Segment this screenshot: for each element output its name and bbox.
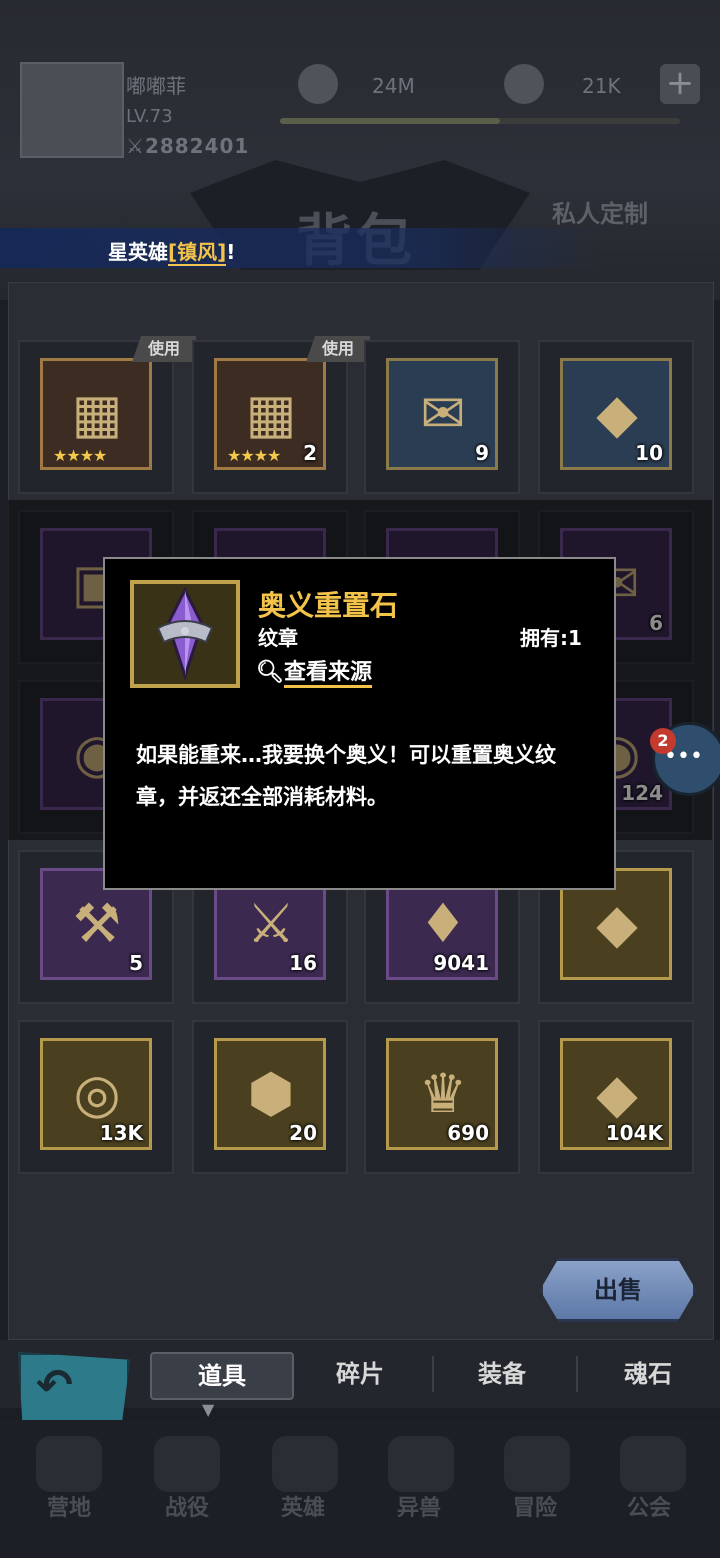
exp-fill [280,118,500,124]
crystal-shard-icon: ◆ [596,382,638,445]
beast-icon [388,1436,454,1492]
hero-chest-icon: ▦ [245,382,297,445]
inventory-slot[interactable]: ◎ 13K [40,1038,152,1150]
inventory-slot[interactable]: ◆ 10 [560,358,672,470]
star-rating: ★★★★ [227,446,281,465]
player-name: 嘟嘟菲 [126,74,186,98]
view-source-link[interactable]: 🔍︎查看来源 [256,654,372,688]
item-name: 奥义重置石 [258,589,399,622]
search-icon: 🔍︎ [256,660,284,685]
inventory-slot[interactable]: ♛ 690 [386,1038,498,1150]
item-count: 10 [635,441,663,465]
item-count: 2 [303,441,317,465]
star-rating: ★★★★ [53,446,107,465]
item-description: 如果能重来…我要换个奥义！可以重置奥义纹章，并返还全部消耗材料。 [136,743,556,809]
ticker-prefix: 星英雄 [108,240,168,264]
player-level: LV.73 [126,106,173,127]
guild-icon [620,1436,686,1492]
item-type: 纹章 [258,626,298,650]
player-power: ⚔2882401 [126,134,250,158]
adventure-icon [504,1436,570,1492]
announcement-ticker [0,228,600,268]
back-arrow-icon: ↶ [36,1360,73,1411]
gold-icon [298,64,338,104]
item-count: 20 [289,1121,317,1145]
nav-camp[interactable]: 营地 [14,1490,124,1522]
avatar[interactable] [20,62,124,158]
diamond-icon [504,64,544,104]
hero-chest-icon: ▦ [71,382,123,445]
private-custom-button[interactable]: 私人定制 [552,194,648,229]
purple-crystal-icon [156,586,214,681]
ticker-highlight: [镇风] [168,240,227,266]
hero-icon [272,1436,338,1492]
camp-icon [36,1436,102,1492]
use-button[interactable]: 使用 [306,336,370,362]
nav-guild[interactable]: 公会 [594,1490,704,1522]
chat-unread-badge: 2 [650,728,676,754]
inventory-slot[interactable]: ⬢ 20 [214,1038,326,1150]
nav-heroes[interactable]: 英雄 [248,1490,358,1522]
battle-icon [154,1436,220,1492]
red-rune-icon: ♦ [418,892,468,955]
scroll-icon: ✉ [420,382,466,445]
sell-button[interactable]: 出售 [540,1258,696,1322]
exp-bar [280,118,680,124]
purple-crystal-icon: ◆ [596,892,638,955]
nav-campaign[interactable]: 战役 [132,1490,242,1522]
bottom-nav [0,1420,720,1558]
item-count: 16 [289,951,317,975]
item-count: 9 [475,441,489,465]
inventory-slot[interactable]: ✉ 9 [386,358,498,470]
add-currency-button[interactable]: + [660,64,700,104]
use-button[interactable]: 使用 [132,336,196,362]
nav-adventure[interactable]: 冒险 [480,1490,590,1522]
power-value: 2882401 [144,134,250,158]
source-label: 查看来源 [283,660,372,688]
gold-value: 24M [372,74,415,98]
item-count: 5 [129,951,143,975]
inventory-slot[interactable]: ▦ ★★★★ 2 [214,358,326,470]
item-count: 13K [99,1121,143,1145]
tab-items[interactable]: 道具 [150,1352,294,1400]
ruby-crown-icon: ♛ [418,1062,468,1125]
item-count: 9041 [433,951,489,975]
owned-count: 拥有:1 [520,626,582,650]
hammer-icon: ⚒ [72,892,122,955]
blue-stone-icon: ◆ [596,1062,638,1125]
inventory-slot[interactable]: ▦ ★★★★ [40,358,152,470]
inventory-slot[interactable]: ◆ 104K [560,1038,672,1150]
chevron-down-icon: ▼ [202,1400,215,1419]
item-icon-frame [130,580,240,688]
gold-coin-icon: ◎ [73,1062,121,1125]
diamond-value: 21K [582,74,621,98]
nav-beasts[interactable]: 异兽 [364,1490,474,1522]
sword-coin-icon: ⚔ [246,892,296,955]
tab-soulstones[interactable]: 魂石 [578,1352,718,1396]
back-button[interactable] [18,1352,130,1430]
tab-equipment[interactable]: 装备 [432,1352,572,1396]
item-count: 104K [605,1121,663,1145]
item-count: 690 [447,1121,489,1145]
tab-fragments[interactable]: 碎片 [290,1352,430,1396]
ore-icon: ⬢ [247,1062,295,1125]
ticker-suffix: ! [226,240,236,264]
announcement-text: 星英雄[镇风]! [108,236,236,266]
